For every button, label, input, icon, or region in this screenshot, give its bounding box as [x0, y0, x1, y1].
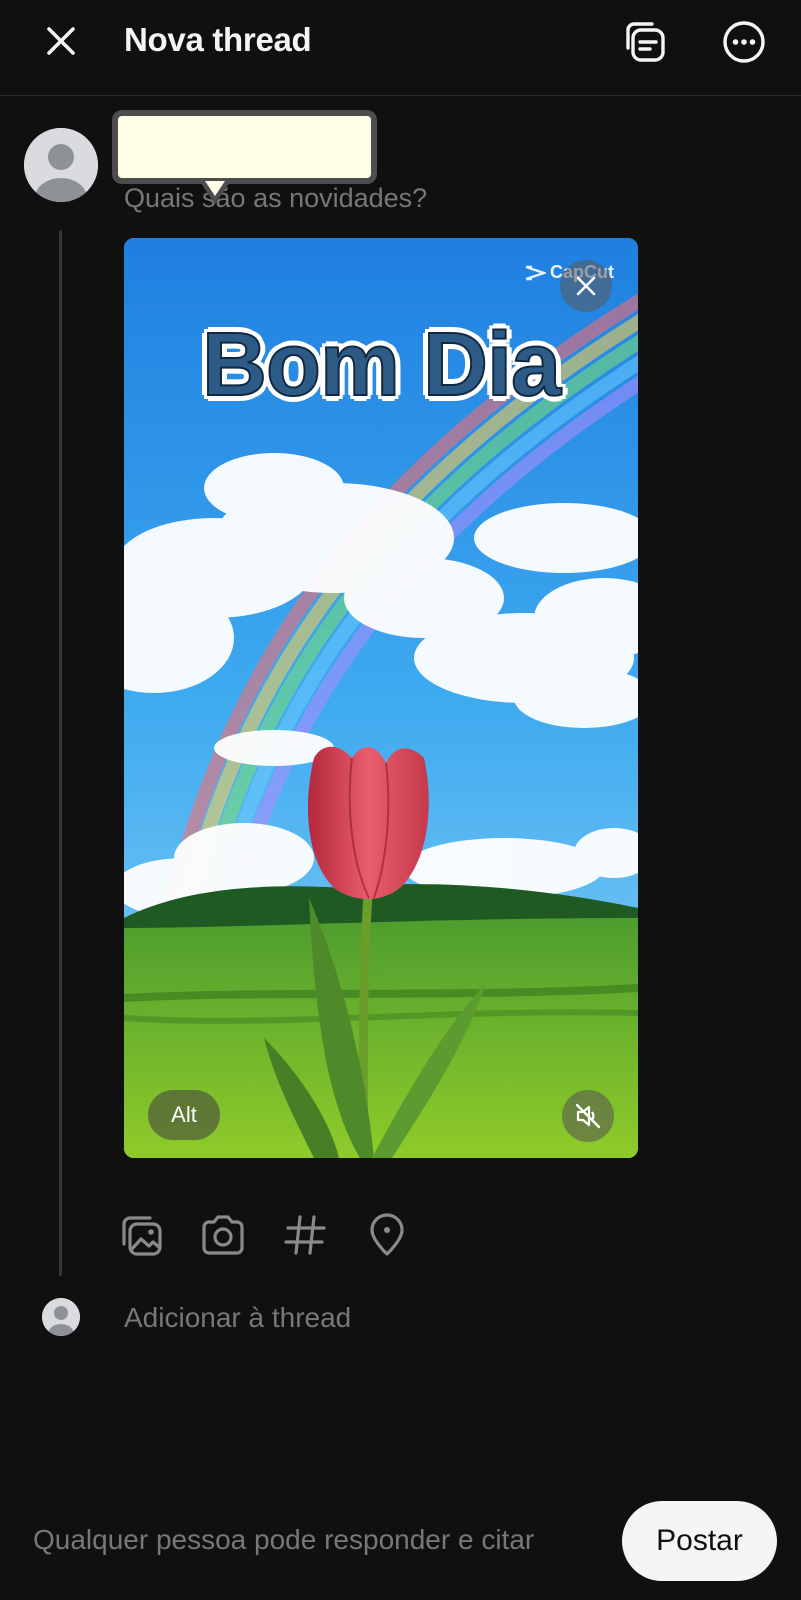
speaker-muted-icon — [575, 1103, 601, 1129]
gallery-icon — [122, 1216, 162, 1256]
add-to-thread[interactable]: Adicionar à thread — [124, 1300, 351, 1336]
header: Nova thread — [0, 0, 801, 96]
avatar — [24, 128, 98, 202]
gallery-button[interactable] — [118, 1210, 200, 1260]
more-options-button[interactable] — [718, 16, 770, 68]
default-avatar-icon — [24, 128, 98, 202]
capcut-logo-icon — [525, 265, 546, 280]
post-button[interactable]: Postar — [622, 1501, 777, 1581]
page-title: Nova thread — [124, 21, 312, 58]
close-icon — [47, 27, 75, 55]
default-avatar-icon — [42, 1298, 80, 1336]
close-icon — [576, 276, 596, 296]
location-pin-icon — [370, 1213, 404, 1256]
avatar-small — [42, 1298, 80, 1336]
thread-line — [59, 230, 62, 1276]
remove-media-button[interactable] — [560, 260, 612, 312]
close-button[interactable] — [38, 18, 84, 64]
camera-icon — [202, 1215, 244, 1255]
reply-permission-setting[interactable]: Qualquer pessoa pode responder e citar — [33, 1522, 534, 1558]
hashtag-icon — [284, 1215, 326, 1255]
media-attachment[interactable]: Bom Dia CapCut Alt — [124, 238, 638, 1158]
attachment-toolbar — [118, 1210, 446, 1260]
mute-button[interactable] — [562, 1090, 614, 1142]
more-options-icon — [723, 21, 765, 63]
media-overlay-text: Bom Dia — [201, 314, 562, 416]
drafts-button[interactable] — [618, 16, 670, 68]
drafts-icon — [626, 22, 665, 62]
new-thread-screen: Nova thread Quais são as novidades? Bom … — [0, 0, 801, 1600]
redacted-username — [112, 110, 377, 184]
camera-button[interactable] — [200, 1210, 282, 1260]
location-button[interactable] — [364, 1210, 446, 1260]
alt-text-button[interactable]: Alt — [148, 1090, 220, 1140]
hashtag-button[interactable] — [282, 1210, 364, 1260]
